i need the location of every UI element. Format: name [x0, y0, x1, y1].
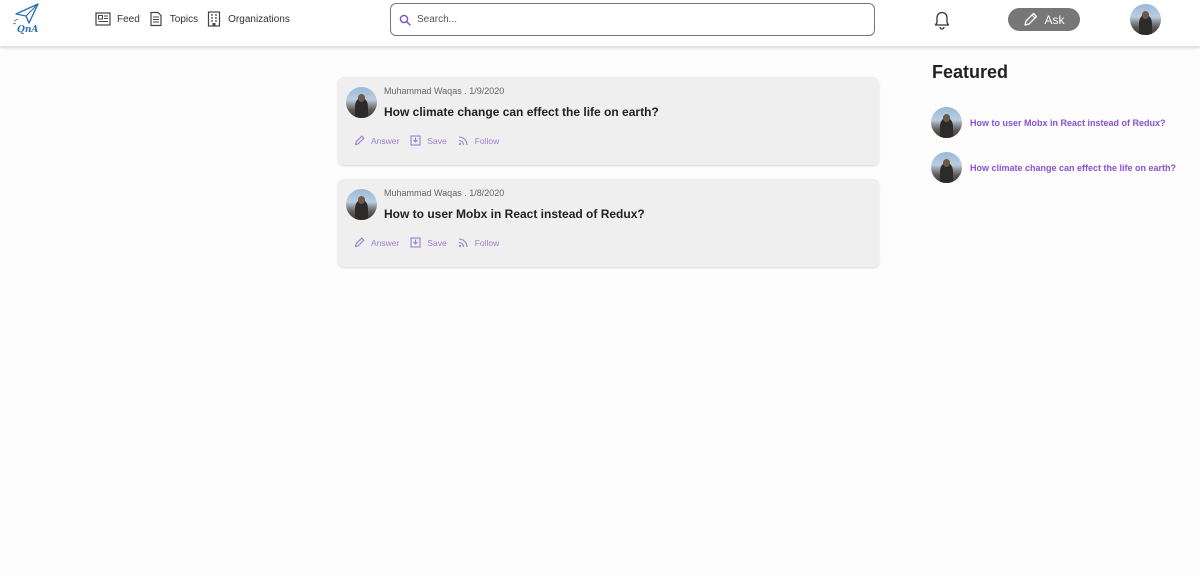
featured-avatar: [931, 152, 962, 183]
save-button[interactable]: Save: [410, 237, 447, 248]
top-navbar: QnA Feed Topics Organizations Search... …: [0, 0, 1200, 46]
question-actions: Answer Save Follow: [354, 237, 510, 248]
featured-question-link[interactable]: How to user Mobx in React instead of Red…: [970, 118, 1166, 128]
app-logo[interactable]: QnA: [12, 2, 42, 40]
nav-item-label: Feed: [117, 13, 140, 25]
newspaper-icon: [95, 12, 111, 26]
search-input[interactable]: [417, 14, 857, 25]
save-icon: [410, 237, 421, 248]
question-title[interactable]: How to user Mobx in React instead of Red…: [384, 207, 645, 221]
save-icon: [410, 135, 421, 146]
search-icon: [399, 14, 411, 26]
nav-item-organizations[interactable]: Organizations: [206, 11, 290, 27]
follow-button[interactable]: Follow: [458, 135, 500, 146]
save-label: Save: [427, 135, 447, 146]
ask-button[interactable]: Ask: [1008, 8, 1080, 31]
rss-icon: [458, 136, 468, 146]
follow-label: Follow: [474, 237, 500, 248]
main-nav: Feed Topics Organizations: [95, 11, 298, 27]
featured-heading: Featured: [932, 62, 1009, 82]
follow-button[interactable]: Follow: [458, 237, 500, 248]
question-meta: Muhammad Waqas . 1/8/2020: [384, 188, 505, 198]
search-bar[interactable]: [390, 3, 875, 36]
author-avatar[interactable]: [346, 87, 377, 118]
answer-button[interactable]: Answer: [354, 237, 399, 248]
question-title[interactable]: How climate change can effect the life o…: [384, 105, 659, 119]
question-actions: Answer Save Follow: [354, 135, 510, 146]
follow-label: Follow: [474, 135, 500, 146]
pencil-icon: [354, 237, 365, 248]
author-avatar[interactable]: [346, 189, 377, 220]
question-card: Muhammad Waqas . 1/9/2020 How climate ch…: [338, 77, 879, 165]
nav-item-label: Organizations: [228, 13, 290, 25]
featured-item[interactable]: How to user Mobx in React instead of Red…: [931, 107, 1191, 138]
bell-icon[interactable]: [933, 10, 951, 30]
user-avatar[interactable]: [1130, 4, 1161, 35]
question-meta: Muhammad Waqas . 1/9/2020: [384, 86, 505, 96]
rss-icon: [458, 238, 468, 248]
pencil-icon: [354, 135, 365, 146]
featured-avatar: [931, 107, 962, 138]
logo-text: QnA: [17, 25, 39, 35]
nav-item-feed[interactable]: Feed: [95, 11, 140, 27]
pencil-icon: [1024, 12, 1038, 26]
answer-label: Answer: [371, 237, 400, 248]
ask-button-label: Ask: [1044, 12, 1065, 27]
document-icon: [150, 11, 162, 27]
save-label: Save: [427, 237, 447, 248]
featured-item[interactable]: How climate change can effect the life o…: [931, 152, 1191, 183]
answer-label: Answer: [371, 135, 400, 146]
nav-item-label: Topics: [169, 13, 199, 25]
answer-button[interactable]: Answer: [354, 135, 399, 146]
paper-plane-icon: [12, 3, 39, 25]
question-card: Muhammad Waqas . 1/8/2020 How to user Mo…: [338, 179, 879, 267]
featured-question-link[interactable]: How climate change can effect the life o…: [970, 163, 1176, 173]
building-icon: [208, 11, 221, 27]
save-button[interactable]: Save: [410, 135, 447, 146]
nav-item-topics[interactable]: Topics: [148, 11, 198, 27]
